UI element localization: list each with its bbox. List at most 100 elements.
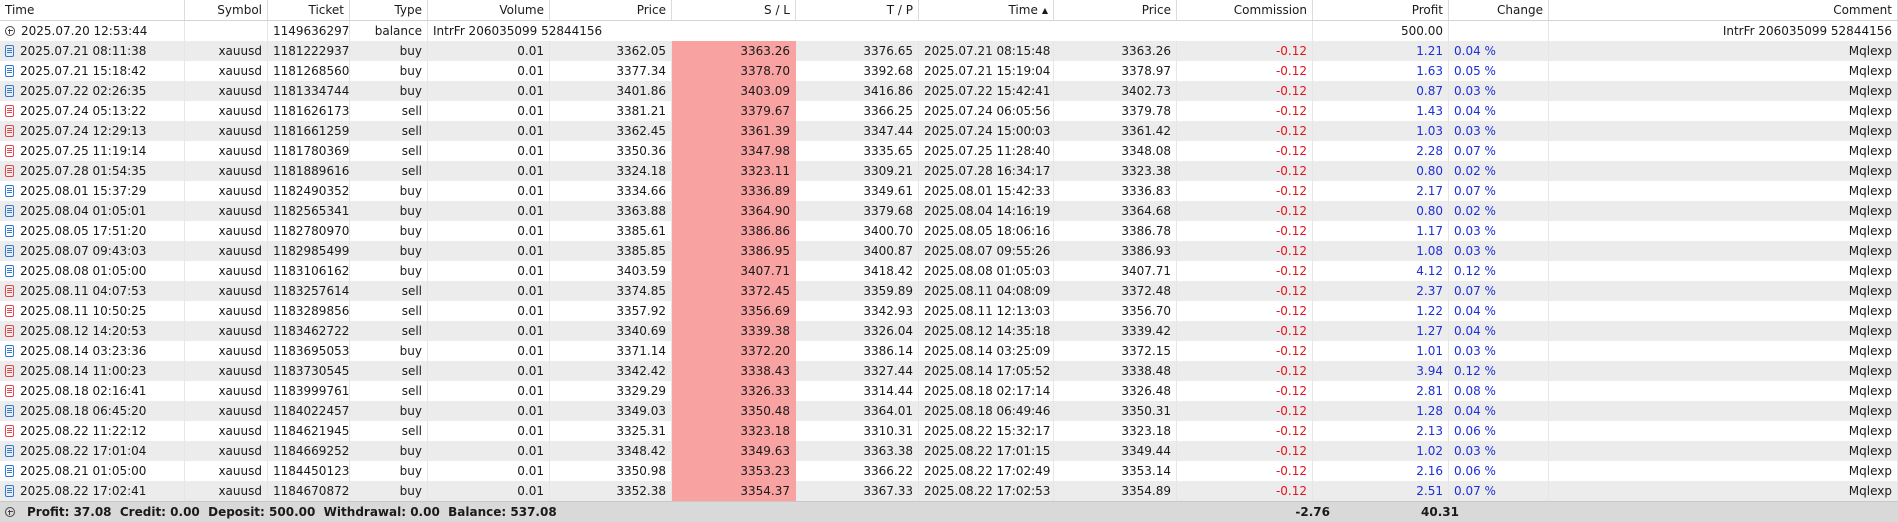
row-time: 2025.08.11 10:50:25 bbox=[20, 304, 147, 318]
table-row[interactable]: 2025.08.12 14:20:53 xauusd 1183462722 sell 0… bbox=[0, 321, 1898, 341]
row-tp: 3327.44 bbox=[796, 361, 919, 381]
table-row[interactable]: 2025.08.14 03:23:36 xauusd 1183695053 buy 0.… bbox=[0, 341, 1898, 361]
table-row[interactable]: 2025.07.24 05:13:22 xauusd 1181626173 sell 0… bbox=[0, 101, 1898, 121]
col-header-symbol[interactable]: Symbol bbox=[185, 0, 268, 20]
balance-ticket: 1149636297 bbox=[268, 21, 350, 41]
table-row[interactable]: 2025.07.28 01:54:35 xauusd 1181889616 sell 0… bbox=[0, 161, 1898, 181]
row-profit: 1.28 bbox=[1313, 401, 1449, 421]
table-row[interactable]: 2025.07.24 12:29:13 xauusd 1181661259 sell 0… bbox=[0, 121, 1898, 141]
table-row[interactable]: 2025.08.11 04:07:53 xauusd 1183257614 sell 0… bbox=[0, 281, 1898, 301]
table-row[interactable]: 2025.07.21 15:18:42 xauusd 1181268560 buy 0.… bbox=[0, 61, 1898, 81]
col-header-profit[interactable]: Profit bbox=[1313, 0, 1449, 20]
row-time: 2025.07.21 08:11:38 bbox=[20, 44, 147, 58]
row-close-time: 2025.07.24 06:05:56 bbox=[919, 101, 1054, 121]
plus-circle-icon[interactable] bbox=[5, 26, 15, 36]
table-row[interactable]: 2025.08.05 17:51:20 xauusd 1182780970 buy 0.… bbox=[0, 221, 1898, 241]
row-comment: Mqlexp bbox=[1549, 381, 1898, 401]
table-row[interactable]: 2025.08.18 02:16:41 xauusd 1183999761 sell 0… bbox=[0, 381, 1898, 401]
row-symbol: xauusd bbox=[185, 161, 268, 181]
col-header-close-time[interactable]: Time ▲ bbox=[919, 0, 1054, 20]
row-commission: -0.12 bbox=[1177, 41, 1313, 61]
col-header-change[interactable]: Change bbox=[1449, 0, 1549, 20]
table-row[interactable]: 2025.08.21 01:05:00 xauusd 1184450123 buy 0.… bbox=[0, 461, 1898, 481]
row-tp: 3366.25 bbox=[796, 101, 919, 121]
table-row[interactable]: 2025.08.22 11:22:12 xauusd 1184621945 sell 0… bbox=[0, 421, 1898, 441]
buy-order-icon bbox=[5, 225, 14, 237]
row-time-cell: 2025.08.14 11:00:23 bbox=[0, 361, 185, 381]
table-row[interactable]: 2025.07.25 11:19:14 xauusd 1181780369 sell 0… bbox=[0, 141, 1898, 161]
row-close-time: 2025.08.11 04:08:09 bbox=[919, 281, 1054, 301]
table-row[interactable]: 2025.08.14 11:00:23 xauusd 1183730545 sell 0… bbox=[0, 361, 1898, 381]
table-row[interactable]: 2025.08.08 01:05:00 xauusd 1183106162 buy 0.… bbox=[0, 261, 1898, 281]
row-ticket: 1183462722 bbox=[268, 321, 350, 341]
row-sl: 3363.26 bbox=[672, 41, 796, 61]
row-commission: -0.12 bbox=[1177, 201, 1313, 221]
row-commission: -0.12 bbox=[1177, 221, 1313, 241]
row-change: 0.07 % bbox=[1449, 281, 1549, 301]
table-row[interactable]: 2025.07.22 02:26:35 xauusd 1181334744 buy 0.… bbox=[0, 81, 1898, 101]
row-comment: Mqlexp bbox=[1549, 281, 1898, 301]
row-time: 2025.08.05 17:51:20 bbox=[20, 224, 147, 238]
row-comment: Mqlexp bbox=[1549, 301, 1898, 321]
col-header-price[interactable]: Price bbox=[550, 0, 672, 20]
balance-row[interactable]: 2025.07.20 12:53:44 1149636297 balance I… bbox=[0, 21, 1898, 41]
row-time-cell: 2025.08.18 06:45:20 bbox=[0, 401, 185, 421]
row-change: 0.07 % bbox=[1449, 481, 1549, 501]
summary-footer: Profit: 37.08 Credit: 0.00 Deposit: 500.… bbox=[0, 501, 1898, 522]
col-header-comment[interactable]: Comment bbox=[1549, 0, 1898, 20]
row-comment: Mqlexp bbox=[1549, 41, 1898, 61]
row-comment: Mqlexp bbox=[1549, 221, 1898, 241]
col-header-close-price[interactable]: Price bbox=[1054, 0, 1177, 20]
row-commission: -0.12 bbox=[1177, 421, 1313, 441]
table-row[interactable]: 2025.08.11 10:50:25 xauusd 1183289856 sell 0… bbox=[0, 301, 1898, 321]
row-symbol: xauusd bbox=[185, 401, 268, 421]
row-time: 2025.07.24 12:29:13 bbox=[20, 124, 147, 138]
table-row[interactable]: 2025.08.01 15:37:29 xauusd 1182490352 buy 0.… bbox=[0, 181, 1898, 201]
row-change: 0.07 % bbox=[1449, 141, 1549, 161]
sell-order-icon bbox=[5, 425, 14, 437]
row-type: buy bbox=[350, 61, 428, 81]
buy-order-icon bbox=[5, 85, 14, 97]
row-volume: 0.01 bbox=[428, 101, 550, 121]
row-sl: 3364.90 bbox=[672, 201, 796, 221]
row-symbol: xauusd bbox=[185, 301, 268, 321]
balance-comment: IntrFr 206035099 52844156 bbox=[1549, 21, 1898, 41]
plus-circle-icon[interactable] bbox=[5, 507, 15, 517]
row-volume: 0.01 bbox=[428, 461, 550, 481]
row-profit: 2.37 bbox=[1313, 281, 1449, 301]
col-header-close-time-label: Time bbox=[1008, 3, 1038, 17]
row-close-time: 2025.07.22 15:42:41 bbox=[919, 81, 1054, 101]
row-volume: 0.01 bbox=[428, 221, 550, 241]
row-close-price: 3386.93 bbox=[1054, 241, 1177, 261]
col-header-type[interactable]: Type bbox=[350, 0, 428, 20]
row-sl: 3338.43 bbox=[672, 361, 796, 381]
row-volume: 0.01 bbox=[428, 181, 550, 201]
col-header-ticket[interactable]: Ticket bbox=[268, 0, 350, 20]
balance-type: balance bbox=[350, 21, 428, 41]
table-row[interactable]: 2025.08.18 06:45:20 xauusd 1184022457 buy 0.… bbox=[0, 401, 1898, 421]
row-profit: 3.94 bbox=[1313, 361, 1449, 381]
row-change: 0.03 % bbox=[1449, 341, 1549, 361]
col-header-volume[interactable]: Volume bbox=[428, 0, 550, 20]
row-type: buy bbox=[350, 221, 428, 241]
table-row[interactable]: 2025.07.21 08:11:38 xauusd 1181222937 buy 0.… bbox=[0, 41, 1898, 61]
sell-order-icon bbox=[5, 285, 14, 297]
col-header-commission[interactable]: Commission bbox=[1177, 0, 1313, 20]
row-change: 0.08 % bbox=[1449, 381, 1549, 401]
col-header-sl[interactable]: S / L bbox=[672, 0, 796, 20]
row-time: 2025.07.22 02:26:35 bbox=[20, 84, 147, 98]
table-row[interactable]: 2025.08.22 17:01:04 xauusd 1184669252 buy 0.… bbox=[0, 441, 1898, 461]
col-header-tp[interactable]: T / P bbox=[796, 0, 919, 20]
row-close-time: 2025.08.18 02:17:14 bbox=[919, 381, 1054, 401]
table-row[interactable]: 2025.08.04 01:05:01 xauusd 1182565341 buy 0.… bbox=[0, 201, 1898, 221]
table-row[interactable]: 2025.08.07 09:43:03 xauusd 1182985499 buy 0.… bbox=[0, 241, 1898, 261]
buy-order-icon bbox=[5, 445, 14, 457]
table-row[interactable]: 2025.08.22 17:02:41 xauusd 1184670872 buy 0.… bbox=[0, 481, 1898, 501]
row-ticket: 1183106162 bbox=[268, 261, 350, 281]
row-symbol: xauusd bbox=[185, 41, 268, 61]
buy-order-icon bbox=[5, 185, 14, 197]
col-header-time[interactable]: Time bbox=[0, 0, 185, 20]
row-type: sell bbox=[350, 281, 428, 301]
row-time: 2025.07.25 11:19:14 bbox=[20, 144, 147, 158]
row-time-cell: 2025.08.04 01:05:01 bbox=[0, 201, 185, 221]
